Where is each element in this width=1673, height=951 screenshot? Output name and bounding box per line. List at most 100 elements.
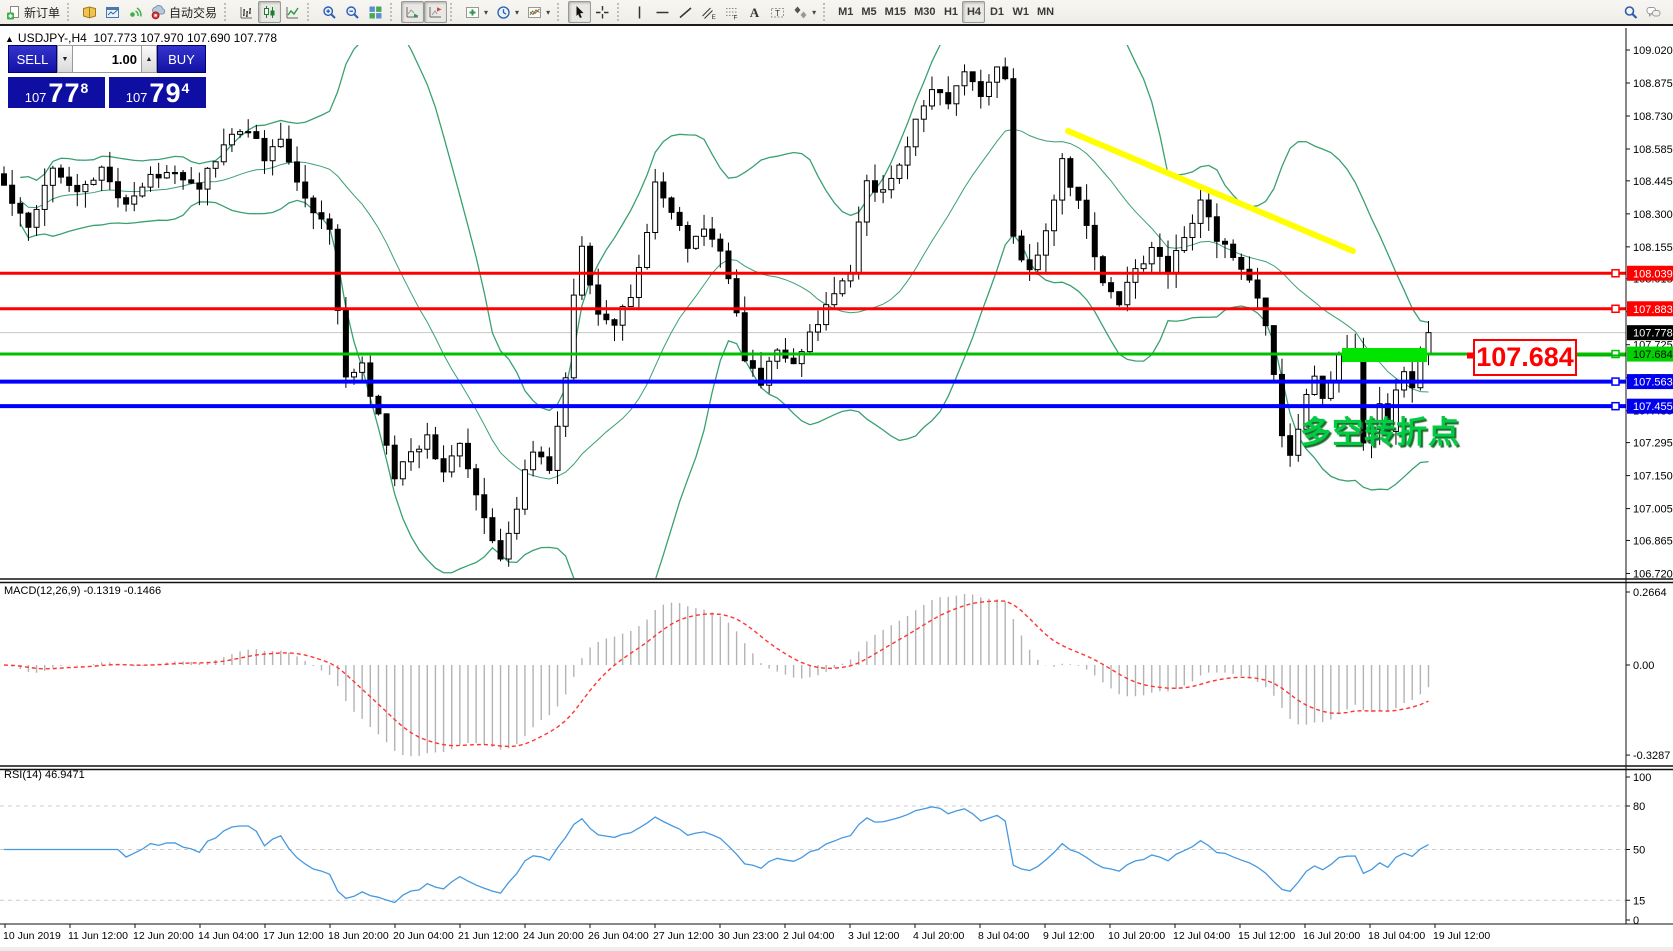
templates-button[interactable]: ▾: [523, 1, 554, 23]
search-button[interactable]: [1619, 1, 1642, 23]
tf-m5-button[interactable]: M5: [857, 1, 880, 23]
toolbar-group: 新订单: [2, 1, 64, 23]
new-order-button[interactable]: 新订单: [2, 1, 64, 23]
chinese-annotation[interactable]: 多空转折点: [1300, 407, 1460, 452]
zoom-in-button[interactable]: [318, 1, 341, 23]
price-annotation-box[interactable]: 107.684: [1473, 339, 1577, 376]
tf-mn-button[interactable]: MN: [1033, 1, 1058, 23]
chart-shift-icon: [428, 5, 443, 20]
volume-decrease-button[interactable]: ▼: [57, 45, 73, 73]
tf-w1-button-label: W1: [1012, 6, 1029, 18]
collapse-panel-icon[interactable]: ▲: [5, 34, 14, 44]
tf-m1-button[interactable]: M1: [834, 1, 857, 23]
tf-m5-button-label: M5: [861, 6, 876, 18]
auto-trading-button[interactable]: 自动交易: [147, 1, 221, 23]
bar-chart-icon: [239, 5, 254, 20]
zoom-in-icon: [322, 5, 337, 20]
sell-price-prefix: 107: [25, 90, 47, 105]
toolbar-group: 自动交易: [78, 1, 221, 23]
chevron-down-icon: ▾: [515, 8, 519, 17]
buy-price[interactable]: 107 79 4: [109, 75, 206, 108]
zoom-out-icon: [345, 5, 360, 20]
toolbar: 新订单 自动交易 ▾ ▾ ▾ E F AT ▾ M1 M5 M15 M30 H1 H4 D1 W1 MN: [0, 0, 1673, 26]
book-button[interactable]: [78, 1, 101, 23]
indicators-button[interactable]: ▾: [461, 1, 492, 23]
new-chart-button[interactable]: [101, 1, 124, 23]
price-chart[interactable]: 109.020108.875108.730108.585108.445108.3…: [0, 28, 1673, 951]
buy-price-sup: 4: [181, 80, 189, 96]
tf-h1-button[interactable]: H1: [939, 1, 962, 23]
candles[interactable]: [2, 58, 1432, 567]
sell-price-sup: 8: [80, 80, 88, 96]
tf-m15-button[interactable]: M15: [881, 1, 910, 23]
zoom-out-button[interactable]: [341, 1, 364, 23]
highlight-zone[interactable]: [1342, 348, 1427, 362]
cursor-button[interactable]: [568, 1, 591, 23]
signals-button[interactable]: [124, 1, 147, 23]
rsi-plot: [4, 807, 1429, 903]
book-icon: [82, 5, 97, 20]
one-click-trading-panel: SELL ▼ ▲ BUY 107 77 8 107 79 4: [8, 45, 206, 108]
crosshair-button[interactable]: [591, 1, 614, 23]
chevron-down-icon: ▾: [484, 8, 488, 17]
tf-m30-button-label: M30: [914, 6, 935, 18]
sell-price[interactable]: 107 77 8: [8, 75, 105, 108]
chat-button[interactable]: [1642, 1, 1665, 23]
text-icon: A: [747, 5, 762, 20]
tile-windows-button[interactable]: [364, 1, 387, 23]
tf-w1-button[interactable]: W1: [1008, 1, 1033, 23]
toolbar-group: [401, 1, 447, 23]
hline-icon: [655, 5, 670, 20]
toolbar-group: ▾ ▾ ▾: [461, 1, 554, 23]
svg-text:F: F: [734, 14, 738, 20]
chart-canvas[interactable]: 109.020108.875108.730108.585108.445108.3…: [0, 28, 1673, 951]
tf-m30-button[interactable]: M30: [910, 1, 939, 23]
new-order-icon: [6, 5, 21, 20]
toolbar-group: [235, 1, 304, 23]
macd-signal-line: [4, 601, 1429, 746]
label-button[interactable]: T: [766, 1, 789, 23]
tf-h4-button-label: H4: [967, 6, 981, 18]
vertical-line-button[interactable]: [628, 1, 651, 23]
time-axis[interactable]: [0, 925, 1673, 951]
symbol-header: ▲USDJPY-,H4 107.773 107.970 107.690 107.…: [5, 31, 277, 45]
tf-h4-button[interactable]: H4: [962, 1, 985, 23]
symbol-title: USDJPY-,H4: [18, 31, 87, 45]
channel-button[interactable]: E: [697, 1, 720, 23]
svg-text:E: E: [712, 14, 717, 20]
tile-windows-icon: [368, 5, 383, 20]
fibonacci-button[interactable]: F: [720, 1, 743, 23]
horizontal-line-button[interactable]: [651, 1, 674, 23]
channel-icon: E: [701, 5, 716, 20]
volume-input[interactable]: [73, 45, 141, 73]
periods-button[interactable]: ▾: [492, 1, 523, 23]
tf-d1-button-label: D1: [990, 6, 1004, 18]
candlestick-button[interactable]: [258, 1, 281, 23]
auto-scroll-button[interactable]: [401, 1, 424, 23]
text-button[interactable]: A: [743, 1, 766, 23]
bar-chart-button[interactable]: [235, 1, 258, 23]
signals-icon: [128, 5, 143, 20]
volume-increase-button[interactable]: ▲: [141, 45, 157, 73]
svg-text:A: A: [750, 5, 760, 20]
buy-button[interactable]: BUY: [157, 45, 206, 73]
toolbar-group-handle: [390, 3, 396, 21]
toolbar-group: [568, 1, 614, 23]
buy-price-prefix: 107: [126, 90, 148, 105]
line-chart-button[interactable]: [281, 1, 304, 23]
search-icon: [1623, 5, 1638, 20]
chevron-down-icon: ▾: [812, 8, 816, 17]
chart-shift-button[interactable]: [424, 1, 447, 23]
shapes-button[interactable]: ▾: [789, 1, 820, 23]
yellow-trendline[interactable]: [1068, 131, 1353, 251]
price-axis[interactable]: [1626, 28, 1673, 925]
tf-m15-button-label: M15: [885, 6, 906, 18]
sell-button[interactable]: SELL: [8, 45, 57, 73]
template-icon: [527, 5, 542, 20]
toolbar-right: [1619, 1, 1665, 23]
tf-d1-button[interactable]: D1: [985, 1, 1008, 23]
toolbar-group-handle: [224, 3, 230, 21]
trendline-icon: [678, 5, 693, 20]
trendline-button[interactable]: [674, 1, 697, 23]
tf-m1-button-label: M1: [838, 6, 853, 18]
